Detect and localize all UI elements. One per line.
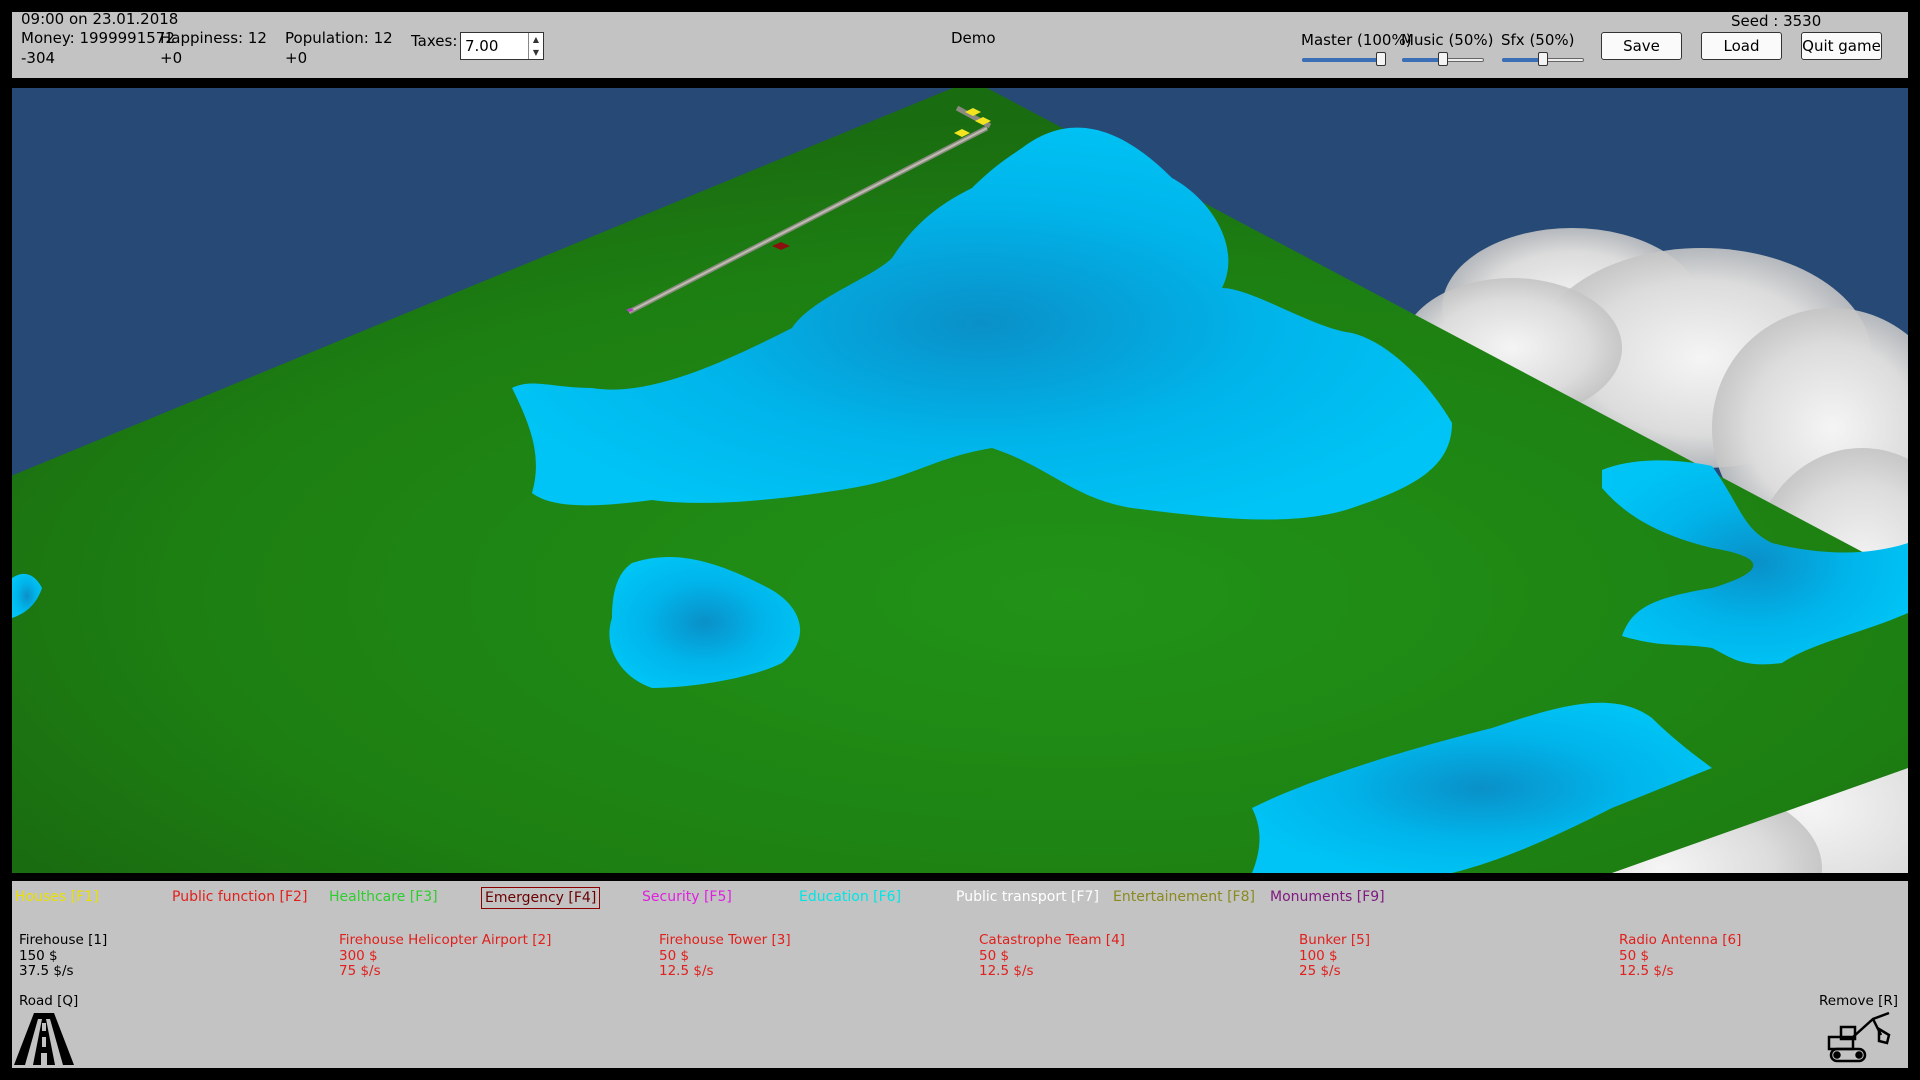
slider-handle[interactable] [1438, 52, 1448, 66]
building-option[interactable]: Radio Antenna [6] 50 $12.5 $/s [1619, 932, 1742, 980]
quit-game-button[interactable]: Quit game [1801, 32, 1882, 60]
taxes-input[interactable] [465, 37, 521, 55]
building-name: Bunker [5] [1299, 932, 1370, 948]
game-title: Demo [951, 29, 996, 47]
slider-fill [1302, 58, 1381, 62]
remove-tool-button[interactable] [1825, 1009, 1895, 1065]
happiness-delta: +0 [160, 49, 183, 67]
building-cost: 50 $ [659, 947, 690, 964]
taxes-label: Taxes: [411, 32, 458, 50]
category-tab[interactable]: Emergency [F4] [481, 887, 601, 909]
population-display: Population: 12 [285, 29, 393, 47]
music-volume-slider[interactable] [1402, 52, 1484, 68]
category-tab[interactable]: Healthcare [F3] [326, 887, 441, 907]
master-volume-slider[interactable] [1302, 52, 1386, 68]
road-tool-button[interactable] [12, 1009, 76, 1065]
category-tab[interactable]: Education [F6] [796, 887, 904, 907]
population-delta: +0 [285, 49, 308, 67]
money-delta: -304 [21, 49, 56, 67]
building-option[interactable]: Catastrophe Team [4] 50 $12.5 $/s [979, 932, 1125, 980]
building-name: Firehouse Helicopter Airport [2] [339, 932, 552, 948]
game-datetime: 09:00 on 23.01.2018 [21, 10, 179, 28]
category-tab[interactable]: Entertainement [F8] [1110, 887, 1258, 907]
sfx-volume-slider[interactable] [1502, 52, 1584, 68]
building-cost: 100 $ [1299, 947, 1338, 964]
building-option[interactable]: Firehouse Helicopter Airport [2] 300 $75 … [339, 932, 552, 980]
taxes-stepper[interactable]: ▲ ▼ [528, 33, 543, 59]
decrement-arrow-icon[interactable]: ▼ [529, 46, 543, 59]
building-upkeep: 37.5 $/s [19, 963, 74, 979]
slider-handle[interactable] [1376, 52, 1386, 66]
top-bar: 09:00 on 23.01.2018 Money: 1999991572 -3… [12, 10, 1908, 78]
slider-fill [1502, 58, 1543, 62]
building-option[interactable]: Firehouse Tower [3] 50 $12.5 $/s [659, 932, 791, 980]
slider-fill [1402, 58, 1443, 62]
building-upkeep: 75 $/s [339, 963, 381, 979]
building-upkeep: 12.5 $/s [1619, 963, 1674, 979]
seed-display: Seed : 3530 [1731, 12, 1822, 30]
building-upkeep: 25 $/s [1299, 963, 1341, 979]
building-cost: 300 $ [339, 947, 378, 964]
road-icon [14, 1013, 74, 1065]
building-option[interactable]: Bunker [5] 100 $25 $/s [1299, 932, 1370, 980]
building-name: Firehouse Tower [3] [659, 932, 791, 948]
load-button[interactable]: Load [1701, 32, 1782, 60]
money-display: Money: 1999991572 [21, 29, 175, 47]
taxes-spinbox[interactable]: ▲ ▼ [460, 32, 544, 60]
save-button[interactable]: Save [1601, 32, 1682, 60]
building-cost: 50 $ [979, 947, 1010, 964]
build-panel: Houses [F1] Public function [F2] Healthcar… [12, 881, 1908, 1068]
map-viewport[interactable] [12, 88, 1908, 873]
category-tab[interactable]: Monuments [F9] [1267, 887, 1388, 907]
happiness-display: Happiness: 12 [160, 29, 267, 47]
road-tool-label: Road [Q] [19, 993, 79, 1009]
building-upkeep: 12.5 $/s [659, 963, 714, 979]
building-cost: 150 $ [19, 947, 58, 964]
building-cost: 50 $ [1619, 947, 1650, 964]
music-volume-label: Music (50%) [1401, 31, 1494, 49]
remove-tool-label: Remove [R] [1819, 993, 1898, 1009]
category-tab[interactable]: Security [F5] [639, 887, 735, 907]
building-name: Firehouse [1] [19, 932, 108, 948]
building-name: Catastrophe Team [4] [979, 932, 1125, 948]
category-tab[interactable]: Public transport [F7] [953, 887, 1102, 907]
building-upkeep: 12.5 $/s [979, 963, 1034, 979]
isometric-map[interactable] [12, 88, 1908, 873]
slider-handle[interactable] [1538, 52, 1548, 66]
excavator-icon [1827, 1011, 1891, 1063]
master-volume-label: Master (100%) [1301, 31, 1412, 49]
building-option[interactable]: Firehouse [1] 150 $37.5 $/s [19, 932, 108, 980]
category-tab[interactable]: Public function [F2] [169, 887, 310, 907]
category-tab[interactable]: Houses [F1] [12, 887, 102, 907]
sfx-volume-label: Sfx (50%) [1501, 31, 1575, 49]
increment-arrow-icon[interactable]: ▲ [529, 33, 543, 46]
building-name: Radio Antenna [6] [1619, 932, 1742, 948]
